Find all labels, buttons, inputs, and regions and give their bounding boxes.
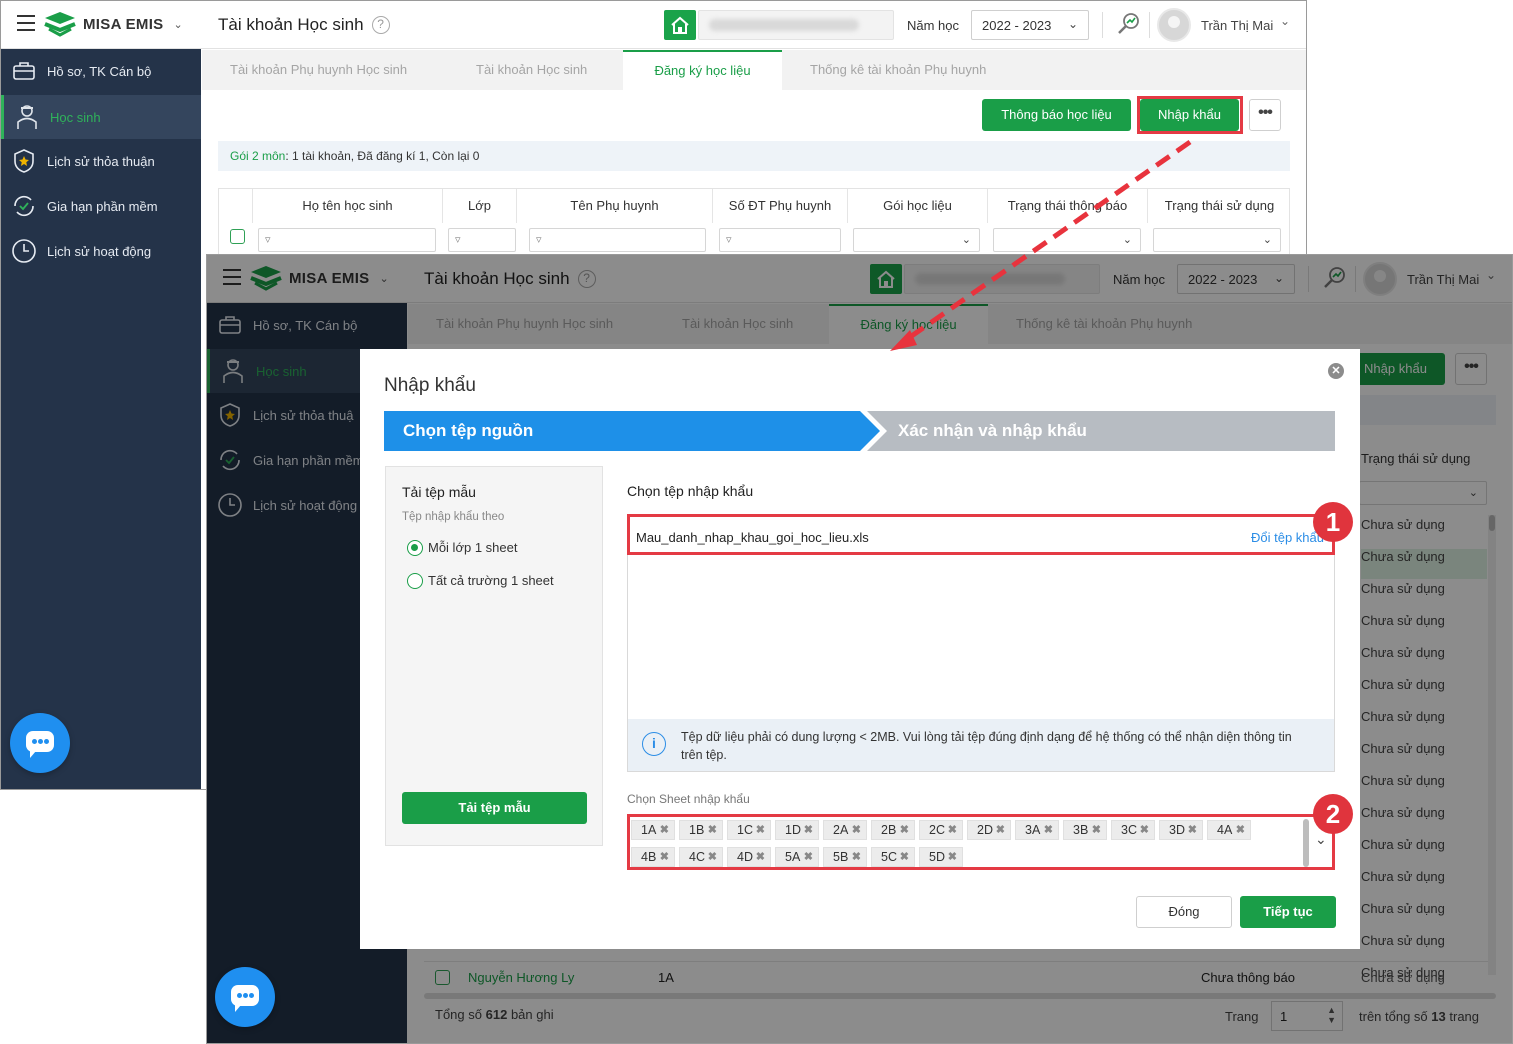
step-badge-2: 2 [1313, 794, 1353, 834]
step-badge-1: 1 [1313, 502, 1353, 542]
annotation-arrow [890, 139, 1192, 351]
